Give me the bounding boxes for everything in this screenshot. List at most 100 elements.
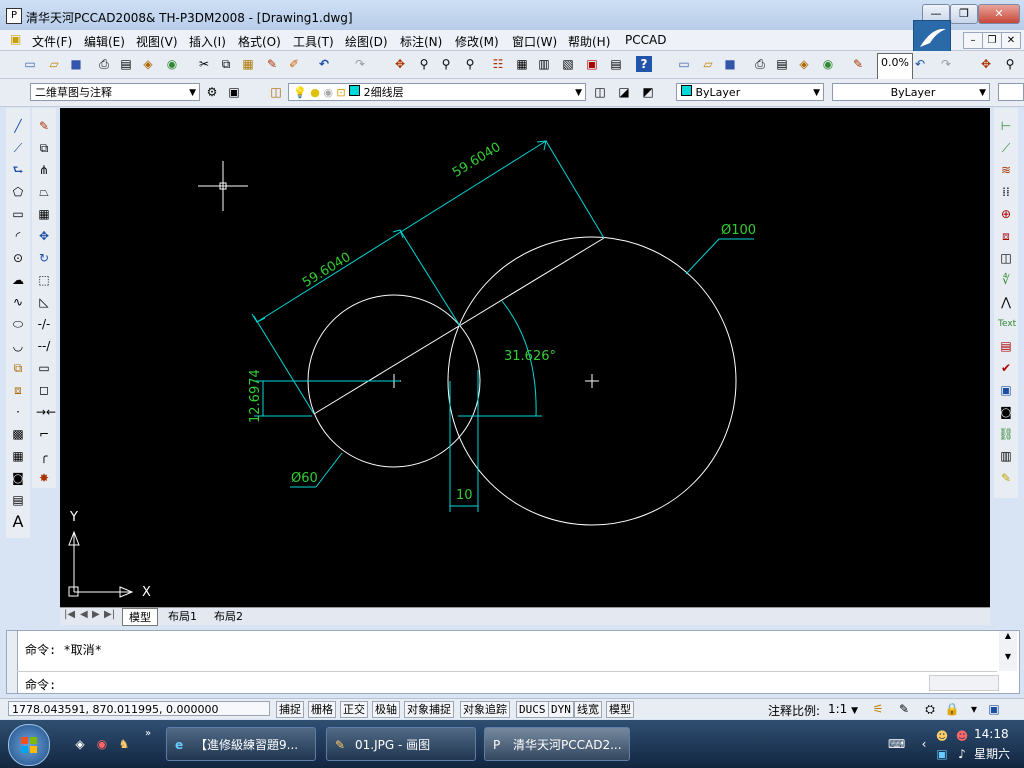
part-library-icon[interactable]: ◙	[998, 404, 1014, 420]
dim-text-width[interactable]: 10	[456, 488, 473, 503]
menu-tools[interactable]: 工具(T)	[293, 33, 334, 50]
layer-select[interactable]: 💡 ● ◉ ⊡ 2细线层 ▼	[288, 83, 586, 101]
open-icon[interactable]: ▱	[46, 56, 62, 72]
ortho-toggle[interactable]: 正交	[340, 701, 368, 718]
zoom-previous-icon[interactable]: ⚲	[462, 56, 478, 72]
ellipse-icon[interactable]: ⬭	[10, 316, 26, 332]
zoom-window-icon[interactable]: ⚲	[438, 56, 454, 72]
print-icon[interactable]: ⎙	[96, 56, 112, 72]
open2-icon[interactable]: ▱	[700, 56, 716, 72]
extend-icon[interactable]: --/	[36, 338, 52, 354]
chain-icon[interactable]: ⛓	[998, 426, 1014, 442]
command-hscrollbar[interactable]	[929, 675, 999, 691]
linear-dim-icon[interactable]: ⊢	[998, 118, 1014, 134]
menu-file[interactable]: 文件(F)	[32, 33, 72, 50]
tolerance-icon[interactable]: ⧈	[998, 228, 1014, 244]
design-center-icon[interactable]: ▦	[514, 56, 530, 72]
text-tool-icon[interactable]: Text	[998, 316, 1016, 332]
toolbar-lock-icon[interactable]: ⛭	[922, 701, 938, 717]
zoom-realtime-icon[interactable]: ⚲	[416, 56, 432, 72]
copy-object-icon[interactable]: ⧉	[36, 140, 52, 156]
doc-minimize-button[interactable]: –	[963, 32, 983, 49]
new2-icon[interactable]: ▭	[676, 56, 692, 72]
doc-close-button[interactable]: ✕	[1001, 32, 1021, 49]
tray-qq2-icon[interactable]: ☻	[954, 728, 970, 744]
offset-icon[interactable]: ⏢	[36, 184, 52, 200]
globe-icon[interactable]: ◉	[820, 56, 836, 72]
dim-text-dia-small[interactable]: Ø60	[291, 471, 318, 486]
menu-window[interactable]: 窗口(W)	[512, 33, 557, 50]
markup-icon[interactable]: ▣	[584, 56, 600, 72]
quicklaunch-1-icon[interactable]: ◈	[72, 736, 88, 752]
command-grip[interactable]	[7, 631, 18, 693]
fillet-icon[interactable]: ╭	[36, 448, 52, 464]
polygon-icon[interactable]: ⬠	[10, 184, 26, 200]
annotation-scale-select[interactable]: 1:1 ▼	[828, 702, 858, 716]
array-icon[interactable]: ▦	[36, 206, 52, 222]
tab-last-icon[interactable]: ▶|	[104, 609, 115, 620]
clean-screen-icon[interactable]: ▣	[986, 701, 1002, 717]
quicklaunch-more-icon[interactable]: »	[140, 726, 156, 742]
publish2-icon[interactable]: ◈	[796, 56, 812, 72]
tray-network-icon[interactable]: ▣	[934, 746, 950, 762]
block-editor-icon[interactable]: ✐	[286, 56, 302, 72]
line-icon[interactable]: ╱	[10, 118, 26, 134]
scroll-down-icon[interactable]: ▼	[999, 652, 1017, 661]
circle-icon[interactable]: ⊙	[10, 250, 26, 266]
preview2-icon[interactable]: ▤	[774, 56, 790, 72]
gradient-icon[interactable]: ▦	[10, 448, 26, 464]
app-icon[interactable]: P	[6, 8, 22, 24]
doc-icon[interactable]: ▣	[10, 32, 21, 46]
revision-cloud-icon[interactable]: ☁	[10, 272, 26, 288]
dim-text-vertical[interactable]: 12.6974	[248, 369, 263, 423]
menu-pccad[interactable]: PCCAD	[625, 33, 666, 47]
taskbar-item-paint[interactable]: ✎ 01.JPG - 画图	[326, 727, 476, 761]
color-select[interactable]: ByLayer ▼	[676, 83, 824, 101]
menu-draw[interactable]: 绘图(D)	[345, 33, 388, 50]
stretch-icon[interactable]: ◺	[36, 294, 52, 310]
chamfer-icon[interactable]: ⌐	[36, 426, 52, 442]
make-current-layer-icon[interactable]: ◫	[592, 84, 608, 100]
explode-icon[interactable]: ✸	[36, 470, 52, 486]
construction-line-icon[interactable]: ⟋	[10, 140, 26, 156]
plot-preview-icon[interactable]: ▤	[118, 56, 134, 72]
weld-icon[interactable]: ⋀	[998, 294, 1014, 310]
quicklaunch-3-icon[interactable]: ♞	[116, 736, 132, 752]
library-icon[interactable]: ▣	[998, 382, 1014, 398]
ellipse-arc-icon[interactable]: ◡	[10, 338, 26, 354]
clock-time[interactable]: 14:18	[974, 727, 1009, 741]
aligned-dim-icon[interactable]: ⟋	[998, 140, 1014, 156]
rectangle-icon[interactable]: ▭	[10, 206, 26, 222]
save2-icon[interactable]: ■	[722, 56, 738, 72]
publish-icon[interactable]: ◈	[140, 56, 156, 72]
tips-icon[interactable]: ✎	[998, 470, 1014, 486]
layer-state-icon[interactable]: ◩	[640, 84, 656, 100]
otrack-toggle[interactable]: 对象追踪	[460, 701, 510, 718]
redo2-icon[interactable]: ↷	[938, 56, 954, 72]
model-toggle[interactable]: 模型	[606, 701, 634, 718]
workspace-select[interactable]: 二维草图与注释 ▼	[30, 83, 200, 101]
maximize-button[interactable]: ❐	[950, 4, 978, 24]
mirror-icon[interactable]: ⋔	[36, 162, 52, 178]
undo-icon[interactable]: ↶	[316, 56, 332, 72]
dim-text-angle[interactable]: 31.626°	[504, 349, 556, 364]
drawing-canvas[interactable]: 59.6040 59.6040 Ø100 Ø60 31.626° 12.6974…	[60, 108, 990, 607]
lock-icon[interactable]: 🔒	[944, 701, 960, 717]
workspace-save-icon[interactable]: ▣	[226, 84, 242, 100]
menu-view[interactable]: 视图(V)	[136, 33, 178, 50]
rotate-icon[interactable]: ↻	[36, 250, 52, 266]
auto-scale-icon[interactable]: ✎	[896, 701, 912, 717]
hatch-pattern-icon[interactable]: ≋	[998, 162, 1014, 178]
match-properties-icon[interactable]: ✎	[264, 56, 280, 72]
tray-volume-icon[interactable]: ♪	[954, 746, 970, 762]
move-icon[interactable]: ✥	[36, 228, 52, 244]
calculator-icon[interactable]: ▤	[608, 56, 624, 72]
layer-previous-icon[interactable]: ◪	[616, 84, 632, 100]
annotation-visibility-icon[interactable]: ⚟	[870, 701, 886, 717]
tool-palettes-icon[interactable]: ▥	[536, 56, 552, 72]
tab-model[interactable]: 模型	[122, 608, 158, 626]
center-mark-icon[interactable]: ⊕	[998, 206, 1014, 222]
zoom2-icon[interactable]: ⚲	[1002, 56, 1018, 72]
brush-icon[interactable]: ✎	[850, 56, 866, 72]
polyline-icon[interactable]: ⮑	[10, 162, 26, 178]
